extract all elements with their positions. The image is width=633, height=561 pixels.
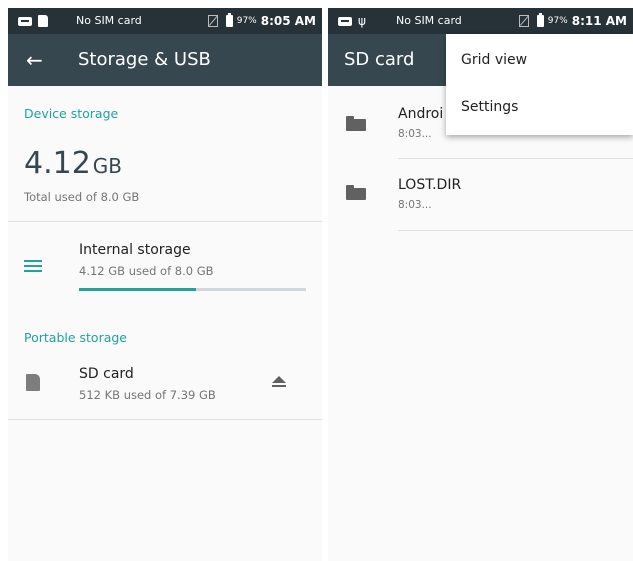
device-storage-used: 4.12 GB — [24, 146, 122, 181]
folder-icon — [346, 185, 366, 200]
divider — [8, 419, 322, 420]
carrier-text: No SIM card — [76, 14, 142, 27]
folder-row[interactable]: LOST.DIR 8:03... — [328, 159, 633, 229]
clock: 8:11 AM — [571, 14, 627, 28]
sd-card-icon — [26, 374, 40, 391]
message-notification-icon — [338, 16, 352, 26]
storage-usb-screen: No SIM card 97% 8:05 AM ← Storage & USB … — [8, 8, 322, 561]
back-arrow-icon[interactable]: ← — [26, 34, 43, 86]
folder-date: 8:03... — [398, 199, 432, 211]
battery-icon — [536, 13, 544, 27]
status-bar: No SIM card 97% 8:05 AM — [8, 8, 322, 34]
menu-item-grid-view[interactable]: Grid view — [461, 52, 527, 68]
sd-card-notification-icon — [38, 15, 48, 27]
folder-icon — [346, 116, 366, 131]
device-storage-header: Device storage — [24, 106, 119, 121]
usb-icon: ψ — [358, 14, 366, 28]
internal-storage-progress — [79, 288, 306, 291]
portable-storage-header: Portable storage — [24, 330, 127, 345]
internal-storage-subtitle: 4.12 GB used of 8.0 GB — [79, 264, 214, 278]
app-bar: ← Storage & USB — [8, 34, 322, 86]
used-number: 4.12 — [24, 146, 91, 181]
overflow-menu: Grid view Settings — [446, 34, 633, 135]
folder-name: LOST.DIR — [398, 177, 462, 193]
internal-storage-progress-fill — [79, 288, 196, 291]
page-title: SD card — [344, 49, 415, 70]
internal-storage-title: Internal storage — [79, 242, 191, 258]
used-unit: GB — [92, 154, 123, 178]
eject-icon[interactable] — [272, 376, 286, 388]
carrier-text: No SIM card — [396, 14, 462, 27]
status-bar: ψ No SIM card 97% 8:11 AM — [328, 8, 633, 34]
battery-percent: 97% — [547, 16, 568, 26]
no-sim-icon — [518, 15, 529, 27]
battery-icon — [225, 13, 233, 27]
menu-item-settings[interactable]: Settings — [461, 99, 518, 115]
device-storage-caption: Total used of 8.0 GB — [24, 190, 140, 204]
page-title: Storage & USB — [78, 49, 211, 70]
sd-card-row[interactable]: SD card 512 KB used of 7.39 GB — [8, 356, 322, 418]
sd-card-title: SD card — [79, 366, 134, 382]
folder-name: Androi — [398, 106, 444, 122]
divider — [398, 230, 633, 231]
no-sim-icon — [207, 15, 218, 27]
clock: 8:05 AM — [260, 14, 316, 28]
folder-date: 8:03... — [398, 128, 432, 140]
sd-card-screen: ψ No SIM card 97% 8:11 AM SD card Androi… — [328, 8, 633, 561]
internal-storage-row[interactable]: Internal storage 4.12 GB used of 8.0 GB — [8, 222, 322, 302]
internal-storage-icon — [24, 260, 42, 272]
battery-percent: 97% — [236, 16, 257, 26]
sd-card-subtitle: 512 KB used of 7.39 GB — [79, 388, 216, 402]
message-notification-icon — [18, 16, 32, 26]
